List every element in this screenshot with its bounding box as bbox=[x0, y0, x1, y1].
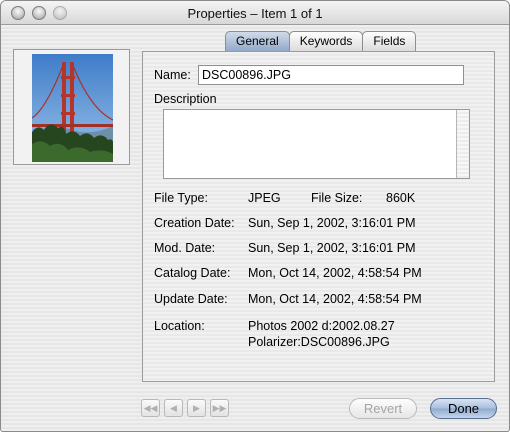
name-field[interactable] bbox=[198, 65, 464, 85]
tab-fields[interactable]: Fields bbox=[362, 31, 417, 52]
last-icon[interactable]: ▶▶ bbox=[210, 399, 229, 417]
tab-keywords[interactable]: Keywords bbox=[288, 31, 364, 52]
mod-date-value: Sun, Sep 1, 2002, 3:16:01 PM bbox=[248, 241, 416, 255]
catalog-date-value: Mon, Oct 14, 2002, 4:58:54 PM bbox=[248, 266, 422, 280]
properties-window: Properties – Item 1 of 1 General Keyword… bbox=[0, 0, 510, 432]
file-type-value: JPEG bbox=[248, 191, 281, 205]
name-label: Name: bbox=[154, 68, 191, 82]
file-size-value: 860K bbox=[386, 191, 416, 205]
location-value-line1: Photos 2002 d:2002.08.27 bbox=[248, 319, 395, 333]
mod-date-label: Mod. Date: bbox=[154, 241, 216, 255]
catalog-date-label: Catalog Date: bbox=[154, 266, 231, 280]
description-label: Description bbox=[154, 92, 217, 106]
file-size-label: File Size: bbox=[311, 191, 363, 205]
description-field[interactable] bbox=[163, 109, 470, 179]
location-label: Location: bbox=[154, 319, 205, 333]
tab-bar: General Keywords Fields bbox=[225, 31, 417, 53]
photo-thumbnail bbox=[13, 49, 130, 165]
update-date-value: Mon, Oct 14, 2002, 4:58:54 PM bbox=[248, 292, 422, 306]
revert-button[interactable]: Revert bbox=[349, 398, 417, 419]
title-bar[interactable]: Properties – Item 1 of 1 bbox=[1, 1, 509, 25]
file-type-label: File Type: bbox=[154, 191, 208, 205]
next-icon[interactable]: ▶ bbox=[187, 399, 206, 417]
description-scrollbar[interactable] bbox=[456, 110, 469, 178]
creation-date-value: Sun, Sep 1, 2002, 3:16:01 PM bbox=[248, 216, 416, 230]
window-title: Properties – Item 1 of 1 bbox=[187, 6, 323, 21]
creation-date-label: Creation Date: bbox=[154, 216, 235, 230]
tab-general[interactable]: General bbox=[225, 31, 290, 52]
done-button[interactable]: Done bbox=[430, 398, 497, 419]
first-icon[interactable]: ◀◀ bbox=[141, 399, 160, 417]
previous-icon[interactable]: ◀ bbox=[164, 399, 183, 417]
golden-gate-bridge-photo-icon bbox=[32, 54, 113, 162]
location-value-line2: Polarizer:DSC00896.JPG bbox=[248, 335, 390, 349]
update-date-label: Update Date: bbox=[154, 292, 228, 306]
